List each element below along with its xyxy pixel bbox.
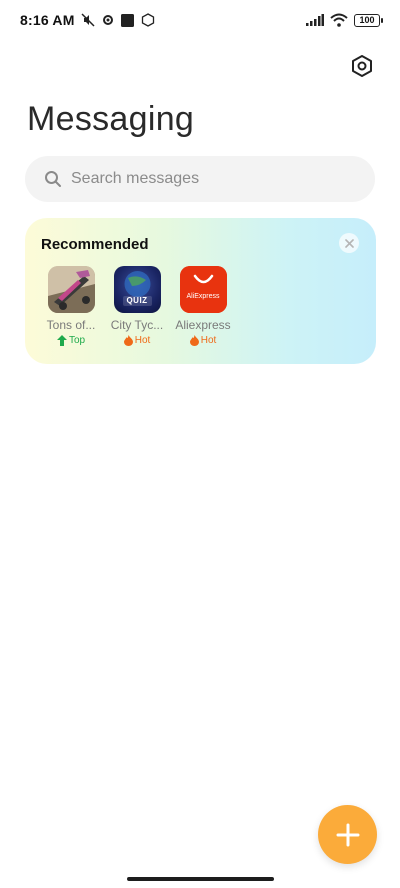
home-indicator[interactable] bbox=[127, 877, 274, 881]
battery-icon: 100 bbox=[354, 13, 383, 27]
arrow-up-icon bbox=[56, 335, 67, 346]
messaging-screen: 8:16 AM 100 Messaging Search messages Re… bbox=[0, 0, 400, 888]
app-name: City Tyc... bbox=[110, 318, 164, 332]
plus-icon bbox=[336, 823, 359, 846]
wifi-icon bbox=[330, 13, 348, 27]
app-badge-hot: Hot bbox=[123, 335, 150, 346]
recommended-title: Recommended bbox=[41, 236, 149, 253]
square-app-icon bbox=[121, 13, 135, 27]
flame-icon bbox=[189, 335, 199, 346]
status-time: 8:16 AM bbox=[20, 12, 75, 28]
new-message-button[interactable] bbox=[318, 805, 377, 864]
quiz-label: QUIZ bbox=[126, 296, 148, 305]
aliexpress-icon: AliExpress bbox=[179, 266, 227, 313]
search-bar[interactable] bbox=[25, 156, 375, 202]
recommended-app-city-tycoon[interactable]: QUIZ City Tyc... Hot bbox=[111, 266, 163, 346]
aliexpress-label: AliExpress bbox=[186, 293, 220, 300]
quiz-app-icon: QUIZ bbox=[113, 266, 161, 313]
recommended-apps-row: Tons of... Top QUIZ City Tyc... Hot AliE… bbox=[45, 266, 231, 346]
tons-of-game-icon bbox=[47, 266, 95, 313]
app-badge-hot: Hot bbox=[189, 335, 216, 346]
settings-hexagon-icon bbox=[352, 55, 372, 77]
recommended-close-button[interactable] bbox=[339, 233, 359, 253]
hexagon-notification-icon bbox=[141, 13, 155, 27]
search-input[interactable] bbox=[71, 170, 351, 188]
app-name: Tons of... bbox=[46, 318, 96, 332]
signal-icon bbox=[306, 13, 324, 27]
recommended-app-aliexpress[interactable]: AliExpress Aliexpress Hot bbox=[175, 266, 231, 346]
page-title: Messaging bbox=[27, 100, 195, 138]
close-icon bbox=[344, 238, 354, 248]
recommended-app-tons-of[interactable]: Tons of... Top bbox=[45, 266, 97, 346]
status-bar: 8:16 AM 100 bbox=[0, 0, 400, 40]
search-icon bbox=[43, 169, 63, 189]
mute-icon bbox=[81, 13, 95, 27]
settings-button[interactable] bbox=[346, 50, 378, 82]
app-name: Aliexpress bbox=[175, 318, 231, 332]
flame-icon bbox=[123, 335, 133, 346]
app-badge-top: Top bbox=[56, 335, 85, 346]
recommended-card: Recommended Tons of... Top QUIZ City Tyc… bbox=[25, 218, 376, 364]
status-right: 100 bbox=[306, 13, 383, 27]
settings-gear-status-icon bbox=[101, 13, 115, 27]
status-left: 8:16 AM bbox=[20, 12, 155, 28]
